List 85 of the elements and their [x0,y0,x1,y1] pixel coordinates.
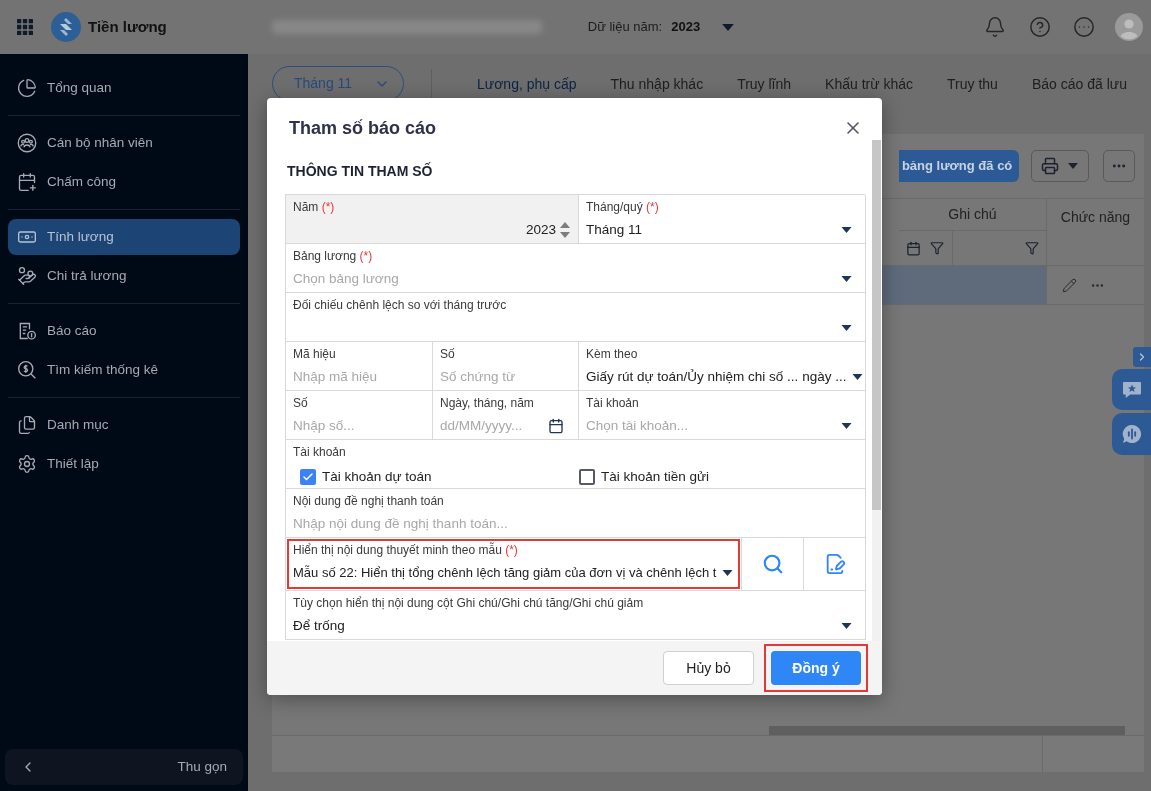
checkbox[interactable] [579,469,595,486]
sidebar-item[interactable]: Tổng quan [8,70,240,106]
filter-icon[interactable] [929,241,944,255]
caret-down-icon [1068,163,1079,169]
pencil-icon[interactable] [1061,277,1077,293]
caret-down-icon [852,374,864,380]
magnifier-dollar-icon [17,360,37,380]
filter-icon[interactable] [1024,241,1039,255]
search-icon [761,553,784,575]
print-button[interactable] [1030,150,1089,182]
chat-waveform-icon [1121,424,1142,444]
text-field[interactable]: Số chứng từ [440,367,578,387]
sidebar-item[interactable]: Tìm kiếm thống kê [8,352,240,388]
column-header: Chức năng [1060,208,1131,225]
field-label: Tài khoản [293,444,347,460]
field-label: Bảng lương (*) [293,248,374,264]
field-label: Ngày, tháng, năm [440,395,535,411]
voice-chat-button[interactable] [1112,413,1151,455]
field-label: Mã hiệu [293,346,337,362]
logo-icon [51,12,81,42]
caret-down-icon [722,570,734,576]
dropdown-field[interactable]: Giấy rút dự toán/Ủy nhiệm chi số ... ngày ... [586,367,865,387]
collapse-button[interactable]: Thu gọn [5,749,243,785]
caret-down-icon [841,423,852,429]
caret-down-icon [841,325,852,331]
caret-down-icon [722,23,735,31]
dropdown-field[interactable]: Mẫu số 22: Hiển thị tổng chênh lệch tăng giảm của đơn vị và chênh lệch t [293,563,741,583]
notification-bell-icon[interactable] [984,16,1006,38]
cancel-button[interactable]: Hủy bỏ [663,651,754,685]
scrollbar[interactable] [769,726,1125,735]
dialog-title: Tham số báo cáo [289,117,437,140]
field-label: Tài khoản [586,395,640,411]
checkbox-label[interactable]: Tài khoản dự toán [322,467,432,488]
field-label: Số [440,346,456,362]
text-field[interactable]: Nhập số... [293,416,432,436]
text-field[interactable]: Nhập mã hiệu [293,367,432,387]
more-options-icon[interactable] [1073,16,1095,38]
caret-down-icon [841,623,852,629]
scrollbar[interactable] [872,140,881,510]
column-header: Ghi chú [948,205,997,224]
gear-icon [17,454,37,474]
dropdown-field[interactable]: Tháng 11 [586,220,865,240]
field-label: Số [293,395,309,411]
calendar-icon [548,418,564,434]
year-value[interactable]: 2023 [671,17,701,37]
people-icon [17,133,37,153]
sidebar-item[interactable]: Tính lương [8,219,240,255]
caret-down-icon [841,227,852,233]
sidebar-item[interactable]: Thiết lập [8,446,240,482]
documents-icon [17,415,37,435]
sidebar-item[interactable]: Chấm công [8,164,240,200]
document-coin-icon [17,321,37,341]
side-expand-tab[interactable] [1133,347,1151,367]
hand-coins-icon [17,266,37,286]
avatar-icon[interactable] [1115,13,1143,41]
year-label: Dữ liệu năm: [587,18,663,37]
pie-chart-icon [17,78,37,98]
dropdown-field[interactable]: Để trống [293,616,865,636]
sidebar-item[interactable]: Cán bộ nhân viên [8,125,240,161]
field-label: Hiển thị nội dung thuyết minh theo mẫu (*) [293,542,519,558]
field-label: Nội dung đề nghị thanh toán [293,493,445,509]
checkbox[interactable] [300,469,316,486]
printer-icon [1041,157,1060,175]
help-icon[interactable] [1029,16,1051,38]
sidebar-item[interactable]: Chi trả lương [8,258,240,294]
field-label: Tháng/quý (*) [586,199,660,215]
section-heading: THÔNG TIN THAM SỐ [286,162,434,180]
field-label: Tùy chọn hiển thị nội dung cột Ghi chú/Ghi chú tăng/Ghi chú giảm [293,595,645,611]
sidebar-item[interactable]: Danh mục [8,407,240,443]
app-name: Tiền lương [88,16,167,37]
calendar-icon [905,240,921,256]
field-label: Đối chiếu chênh lệch so với tháng trước [293,297,508,313]
checkbox-label[interactable]: Tài khoản tiền gửi [601,467,710,488]
field-label: Kèm theo [586,346,639,362]
date-field[interactable]: dd/MM/yyyy... [440,416,544,436]
app-grid-icon[interactable] [17,19,33,35]
sidebar-item[interactable]: Báo cáo [8,313,240,349]
text-field[interactable]: Nhập nội dung đề nghị thanh toán... [293,514,865,534]
calendar-plus-icon [17,172,37,192]
chat-star-icon [1121,380,1142,399]
field-label: Năm (*) [293,199,336,215]
feedback-button[interactable] [1112,369,1151,410]
caret-down-icon [841,276,852,282]
primary-button[interactable]: bảng lương đã có [898,150,1019,182]
confirm-button[interactable]: Đồng ý [771,651,861,685]
